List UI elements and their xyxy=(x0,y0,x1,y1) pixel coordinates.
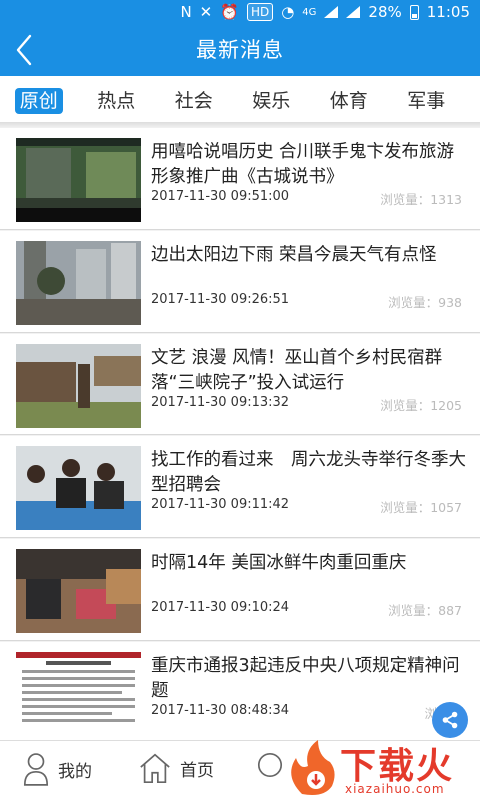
network-type: 4G xyxy=(302,6,317,18)
circle-icon xyxy=(257,752,283,778)
news-time: 2017-11-30 08:48:34 xyxy=(151,702,290,718)
tab-label: 原创 xyxy=(14,87,63,114)
news-item[interactable]: 时隔14年 美国冰鲜牛肉重回重庆 2017-11-30 09:10:24 浏览量… xyxy=(0,539,480,641)
news-views: 浏览量：1313 xyxy=(380,192,462,207)
news-time: 2017-11-30 09:11:42 xyxy=(151,497,290,513)
news-views: 浏览量：887 xyxy=(388,603,462,619)
status-icons: N ✕ ⏰ HD ◔ 4G 28% 11:05 xyxy=(180,3,470,21)
nav-mine[interactable]: 我的 xyxy=(22,751,92,787)
news-views: 浏览量：938 xyxy=(388,294,462,310)
news-title: 重庆市通报3起违反中央八项规定精神问题 xyxy=(151,655,460,701)
nav-mine-label: 我的 xyxy=(58,761,92,782)
battery-percent: 28% xyxy=(368,3,402,21)
hd-badge: HD xyxy=(246,3,274,21)
status-bar: N ✕ ⏰ HD ◔ 4G 28% 11:05 xyxy=(0,0,480,26)
nav-home[interactable]: 首页 xyxy=(138,751,214,785)
app-header: N ✕ ⏰ HD ◔ 4G 28% 11:05 最新消息 xyxy=(0,0,480,76)
signal-icon xyxy=(324,6,339,18)
battery-icon xyxy=(409,4,419,20)
news-title: 边出太阳边下雨 荣昌今晨天气有点怪 xyxy=(151,244,437,265)
news-thumbnail xyxy=(16,138,141,222)
news-item[interactable]: 文艺 浪漫 风情！巫山首个乡村民宿群落“三峡院子”投入试运行 2017-11-3… xyxy=(0,333,480,436)
alarm-icon: ⏰ xyxy=(220,3,239,21)
news-thumbnail xyxy=(16,343,141,428)
tab-label: 体育 xyxy=(329,89,368,112)
category-tabs: 原创 热点 社会 娱乐 体育 军事 xyxy=(0,76,480,122)
tab-hot[interactable]: 热点 xyxy=(78,86,156,113)
news-thumbnail xyxy=(16,446,141,531)
news-time: 2017-11-30 09:13:32 xyxy=(151,394,290,410)
news-views: 浏览量：1057 xyxy=(380,500,462,516)
wifi-icon: ◔ xyxy=(281,3,295,21)
tab-entertainment[interactable]: 娱乐 xyxy=(233,86,311,113)
news-time: 2017-11-30 09:26:51 xyxy=(151,291,290,307)
page-title: 最新消息 xyxy=(196,38,284,62)
nav-third[interactable] xyxy=(256,751,284,779)
news-item[interactable]: 重庆市通报3起违反中央八项规定精神问题 2017-11-30 08:48:34 … xyxy=(0,641,480,744)
news-title: 文艺 浪漫 风情！巫山首个乡村民宿群落“三峡院子”投入试运行 xyxy=(151,347,443,393)
news-item[interactable]: 找工作的看过来 周六龙头寺举行冬季大型招聘会 2017-11-30 09:11:… xyxy=(0,436,480,539)
tab-military[interactable]: 军事 xyxy=(388,86,466,113)
news-item[interactable]: 边出太阳边下雨 荣昌今晨天气有点怪 2017-11-30 09:26:51 浏览… xyxy=(0,230,480,333)
news-thumbnail xyxy=(16,651,141,736)
clock: 11:05 xyxy=(426,3,470,21)
news-item[interactable]: 用嘻哈说唱历史 合川联手鬼卞发布旅游形象推广曲《古城说书》 2017-11-30… xyxy=(0,128,480,230)
user-icon xyxy=(23,753,49,786)
signal-icon-2 xyxy=(346,6,361,18)
tab-label: 娱乐 xyxy=(252,89,291,112)
tab-label: 热点 xyxy=(97,89,136,112)
news-time: 2017-11-30 09:51:00 xyxy=(151,189,290,204)
news-thumbnail xyxy=(16,549,141,634)
news-list: 用嘻哈说唱历史 合川联手鬼卞发布旅游形象推广曲《古城说书》 2017-11-30… xyxy=(0,128,480,745)
nfc-icon: N xyxy=(180,3,192,21)
news-thumbnail xyxy=(16,240,141,325)
tab-original[interactable]: 原创 xyxy=(0,86,78,114)
watermark-subtext: xiazaihuo.com xyxy=(345,782,445,796)
home-icon xyxy=(140,753,170,784)
tab-label: 军事 xyxy=(407,89,446,112)
tab-society[interactable]: 社会 xyxy=(155,86,233,113)
news-title: 时隔14年 美国冰鲜牛肉重回重庆 xyxy=(151,553,407,574)
share-icon xyxy=(442,711,458,729)
tab-label: 社会 xyxy=(174,89,213,112)
mute-icon: ✕ xyxy=(199,3,213,21)
news-title: 用嘻哈说唱历史 合川联手鬼卞发布旅游形象推广曲《古城说书》 xyxy=(151,142,455,187)
news-time: 2017-11-30 09:10:24 xyxy=(151,600,290,616)
news-views: 浏览量：1205 xyxy=(380,397,462,413)
share-button[interactable] xyxy=(432,702,468,738)
nav-home-label: 首页 xyxy=(180,760,214,781)
tab-sports[interactable]: 体育 xyxy=(310,86,388,113)
news-title: 找工作的看过来 周六龙头寺举行冬季大型招聘会 xyxy=(151,450,466,496)
